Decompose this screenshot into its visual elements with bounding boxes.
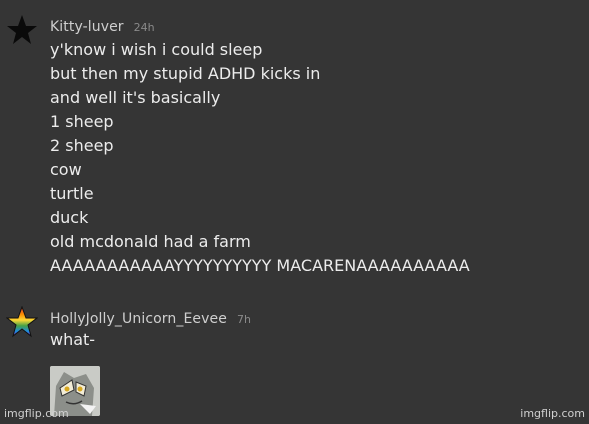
message-line: but then my stupid ADHD kicks in: [50, 64, 321, 83]
message-line: duck: [50, 208, 89, 227]
message-line: what-: [50, 330, 96, 349]
message-kitty-luver: Kitty-luver 24h y'know i wish i could sle…: [0, 0, 589, 290]
imgflip-watermark-right: imgflip.com: [520, 407, 585, 420]
message-line: y'know i wish i could sleep: [50, 40, 263, 59]
username[interactable]: HollyJolly_Unicorn_Eevee: [50, 311, 227, 327]
message-line: cow: [50, 160, 82, 179]
message-line: 1 sheep: [50, 112, 114, 131]
message-header: HollyJolly_Unicorn_Eevee 7h: [50, 308, 251, 327]
timestamp: 24h: [133, 21, 155, 34]
message-line: old mcdonald had a farm: [50, 232, 251, 251]
message-line: turtle: [50, 184, 94, 203]
black-star-icon[interactable]: [6, 14, 38, 46]
message-header: Kitty-luver 24h: [50, 16, 155, 35]
message-line: and well it's basically: [50, 88, 221, 107]
username[interactable]: Kitty-luver: [50, 19, 124, 35]
message-line: AAAAAAAAAAAYYYYYYYYYY MACARENAAAAAAAAAA: [50, 256, 470, 275]
rainbow-star-icon[interactable]: [6, 306, 38, 338]
timestamp: 7h: [236, 313, 251, 326]
message-line: 2 sheep: [50, 136, 114, 155]
imgflip-watermark-left: imgflip.com: [4, 407, 69, 420]
message-body: what-: [50, 328, 95, 352]
message-body: y'know i wish i could sleep but then my …: [50, 38, 470, 278]
